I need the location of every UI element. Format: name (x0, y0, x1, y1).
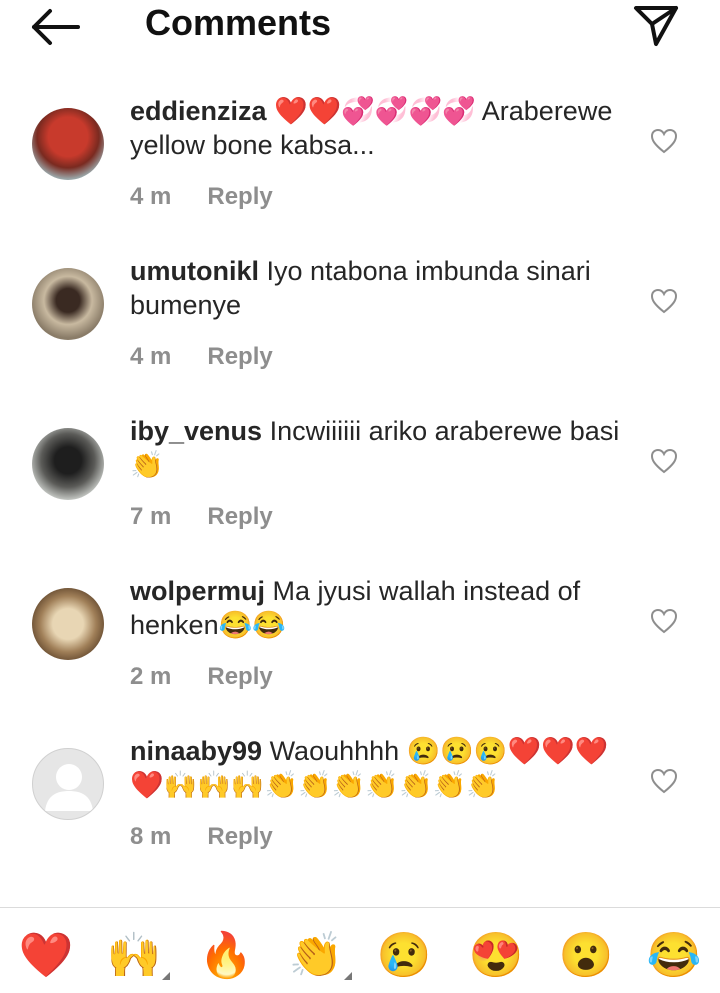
comment-time: 8 m (130, 823, 172, 850)
default-avatar-icon (45, 764, 93, 811)
avatar[interactable] (32, 748, 104, 820)
avatar[interactable] (32, 268, 104, 340)
emoji-clapping: 👏 (288, 931, 344, 980)
reply-button[interactable]: Reply (207, 663, 272, 690)
comment-username[interactable]: umutonikl (130, 256, 259, 286)
comment-time: 4 m (130, 343, 172, 370)
emoji-raising-hands-button[interactable]: 🙌 (104, 928, 170, 984)
avatar[interactable] (32, 428, 104, 500)
reply-button[interactable]: Reply (207, 183, 272, 210)
comment-text: umutonikl Iyo ntabona imbunda sinari bum… (130, 254, 630, 322)
skin-tone-indicator (162, 972, 170, 980)
top-bar: Comments (0, 0, 720, 60)
heart-icon[interactable] (650, 608, 678, 634)
emoji-fire-button[interactable]: 🔥 (196, 928, 256, 984)
page-title: Comments (145, 2, 332, 43)
back-arrow-icon[interactable] (28, 6, 84, 48)
comment-item: wolpermuj Ma jyusi wallah instead of hen… (0, 576, 720, 748)
emoji-crying-button[interactable]: 😢 (374, 928, 434, 984)
comment-username[interactable]: iby_venus (130, 416, 262, 446)
emoji-laughing-button[interactable]: 😂 (644, 928, 704, 984)
comment-meta: 2 m Reply (130, 663, 273, 691)
comment-meta: 4 m Reply (130, 343, 273, 371)
heart-icon[interactable] (650, 448, 678, 474)
avatar[interactable] (32, 588, 104, 660)
reply-button[interactable]: Reply (207, 343, 272, 370)
emoji-raising-hands: 🙌 (106, 931, 162, 980)
comment-meta: 7 m Reply (130, 503, 273, 531)
emoji-surprised-button[interactable]: 😮 (556, 928, 616, 984)
emoji-heart-eyes-button[interactable]: 😍 (466, 928, 526, 984)
share-icon[interactable] (630, 2, 682, 48)
comment-time: 2 m (130, 663, 172, 690)
heart-icon[interactable] (650, 768, 678, 794)
comment-username[interactable]: eddienziza (130, 96, 267, 126)
comment-text: iby_venus Incwiiiiii ariko araberewe bas… (130, 414, 630, 482)
comment-meta: 4 m Reply (130, 183, 273, 211)
emoji-quick-bar: ❤️ 🙌 🔥 👏 😢 😍 😮 😂 (0, 908, 720, 993)
reply-button[interactable]: Reply (207, 823, 272, 850)
comment-item: iby_venus Incwiiiiii ariko araberewe bas… (0, 416, 720, 588)
comment-text: wolpermuj Ma jyusi wallah instead of hen… (130, 574, 630, 642)
comment-item: ninaaby99 Waouhhhh 😢😢😢❤️❤️❤️❤️🙌🙌🙌👏👏👏👏👏👏👏… (0, 736, 720, 908)
comment-time: 7 m (130, 503, 172, 530)
skin-tone-indicator (344, 972, 352, 980)
emoji-heart-button[interactable]: ❤️ (16, 928, 76, 984)
comment-text: ninaaby99 Waouhhhh 😢😢😢❤️❤️❤️❤️🙌🙌🙌👏👏👏👏👏👏👏 (130, 734, 630, 802)
comment-username[interactable]: wolpermuj (130, 576, 265, 606)
reply-button[interactable]: Reply (207, 503, 272, 530)
avatar[interactable] (32, 108, 104, 180)
comment-meta: 8 m Reply (130, 823, 273, 851)
heart-icon[interactable] (650, 288, 678, 314)
comment-username[interactable]: ninaaby99 (130, 736, 262, 766)
comment-item: eddienziza ❤️❤️💞💞💞💞 Araberewe yellow bon… (0, 96, 720, 268)
comment-text: eddienziza ❤️❤️💞💞💞💞 Araberewe yellow bon… (130, 94, 630, 162)
comment-item: umutonikl Iyo ntabona imbunda sinari bum… (0, 256, 720, 428)
emoji-clapping-button[interactable]: 👏 (286, 928, 352, 984)
heart-icon[interactable] (650, 128, 678, 154)
comment-time: 4 m (130, 183, 172, 210)
